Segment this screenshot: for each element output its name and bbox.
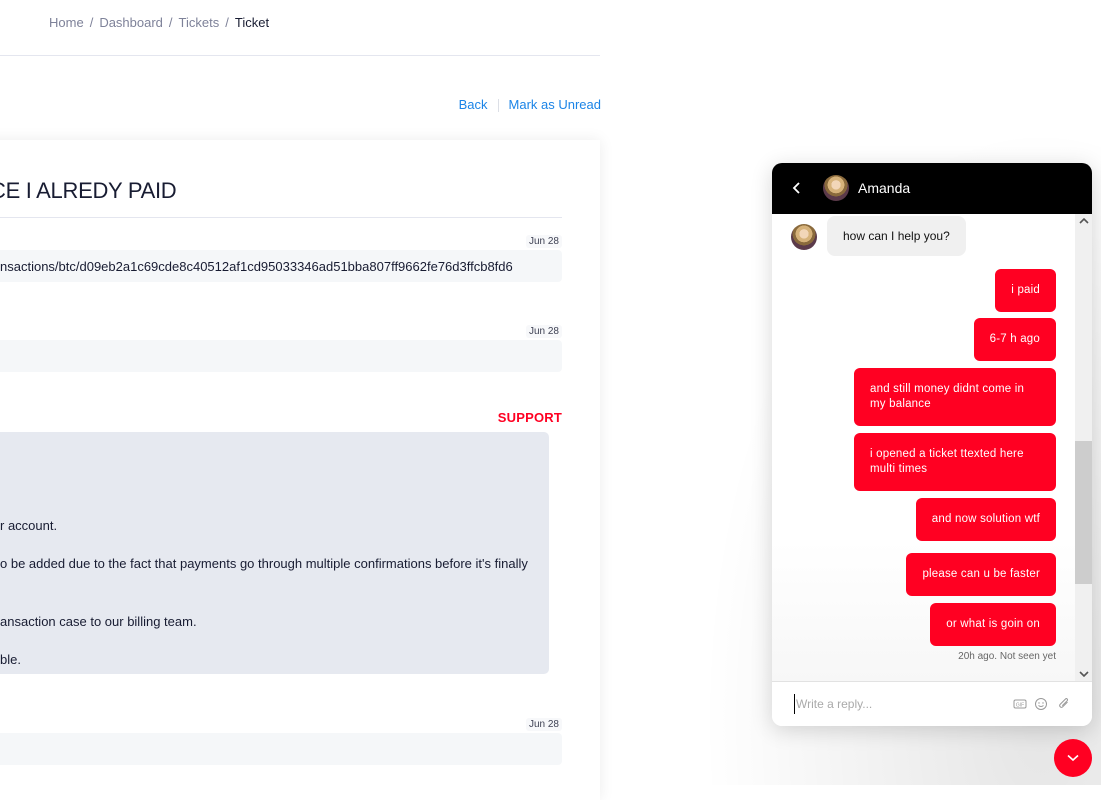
- support-message: r account. o be added due to the fact th…: [0, 432, 549, 674]
- ticket-title: CE I ALREDY PAID: [0, 178, 177, 203]
- svg-text:GIF: GIF: [1016, 703, 1024, 709]
- breadcrumb-home[interactable]: Home: [49, 15, 84, 30]
- title-divider: [0, 217, 562, 218]
- mark-unread-link[interactable]: Mark as Unread: [509, 97, 601, 112]
- agent-name: Amanda: [858, 180, 911, 196]
- agent-avatar: [823, 175, 849, 201]
- message-date: Jun 28: [525, 718, 562, 731]
- scrollbar-thumb[interactable]: [1075, 441, 1092, 585]
- agent-avatar: [791, 224, 817, 250]
- ticket-message: [0, 733, 562, 765]
- emoji-icon[interactable]: [1034, 697, 1048, 711]
- back-link[interactable]: Back: [459, 97, 488, 112]
- ticket-actions: Back Mark as Unread: [459, 97, 601, 113]
- breadcrumb-separator: /: [89, 15, 94, 30]
- support-text-line: o be added due to the fact that payments…: [0, 556, 528, 571]
- chat-messages: how can I help you? i paid 6-7 h ago and…: [772, 214, 1075, 681]
- chevron-down-icon: [1067, 754, 1079, 762]
- gif-icon[interactable]: GIF: [1013, 697, 1027, 711]
- breadcrumb: Home / Dashboard / Tickets / Ticket: [49, 15, 269, 30]
- incoming-message: how can I help you?: [827, 216, 966, 256]
- support-text-line: ble.: [0, 652, 21, 667]
- reply-input[interactable]: [794, 694, 996, 714]
- ticket-message: [0, 340, 562, 372]
- chat-header: Amanda: [772, 163, 1092, 214]
- reply-composer: GIF: [772, 681, 1092, 726]
- outgoing-message: and now solution wtf: [915, 498, 1056, 541]
- header-divider: [0, 55, 600, 56]
- chat-widget: Amanda how can I help you? i paid 6-7 h …: [772, 163, 1092, 726]
- outgoing-message: 6-7 h ago: [973, 318, 1056, 361]
- support-text-line: r account.: [0, 518, 58, 533]
- message-date: Jun 28: [525, 325, 562, 338]
- outgoing-message: please can u be faster: [906, 553, 1056, 596]
- chevron-up-icon[interactable]: [1075, 214, 1092, 228]
- toggle-chat-button[interactable]: [1054, 739, 1092, 777]
- breadcrumb-separator: /: [225, 15, 229, 30]
- outgoing-message: and still money didnt come in my balance: [854, 368, 1056, 426]
- message-text: nsactions/btc/d09eb2a1c69cde8c40512af1cd…: [0, 259, 513, 274]
- breadcrumb-dashboard[interactable]: Dashboard: [99, 15, 163, 30]
- outgoing-message: or what is goin on: [930, 603, 1056, 646]
- breadcrumb-tickets[interactable]: Tickets: [179, 15, 220, 30]
- breadcrumb-current: Ticket: [234, 15, 270, 30]
- outgoing-message: i opened a ticket ttexted here multi tim…: [854, 433, 1056, 491]
- message-status: 20h ago. Not seen yet: [958, 651, 1056, 662]
- attachment-icon[interactable]: [1057, 697, 1071, 711]
- chevron-down-icon[interactable]: [1075, 667, 1092, 681]
- breadcrumb-separator: /: [168, 15, 173, 30]
- outgoing-message: i paid: [995, 269, 1056, 312]
- actions-divider: [497, 99, 499, 113]
- chevron-left-icon[interactable]: [790, 180, 804, 196]
- support-text-line: ansaction case to our billing team.: [0, 614, 197, 629]
- support-label: SUPPORT: [497, 410, 562, 425]
- message-date: Jun 28: [525, 235, 562, 248]
- chat-scrollbar[interactable]: [1075, 214, 1092, 681]
- ticket-message: nsactions/btc/d09eb2a1c69cde8c40512af1cd…: [0, 250, 562, 282]
